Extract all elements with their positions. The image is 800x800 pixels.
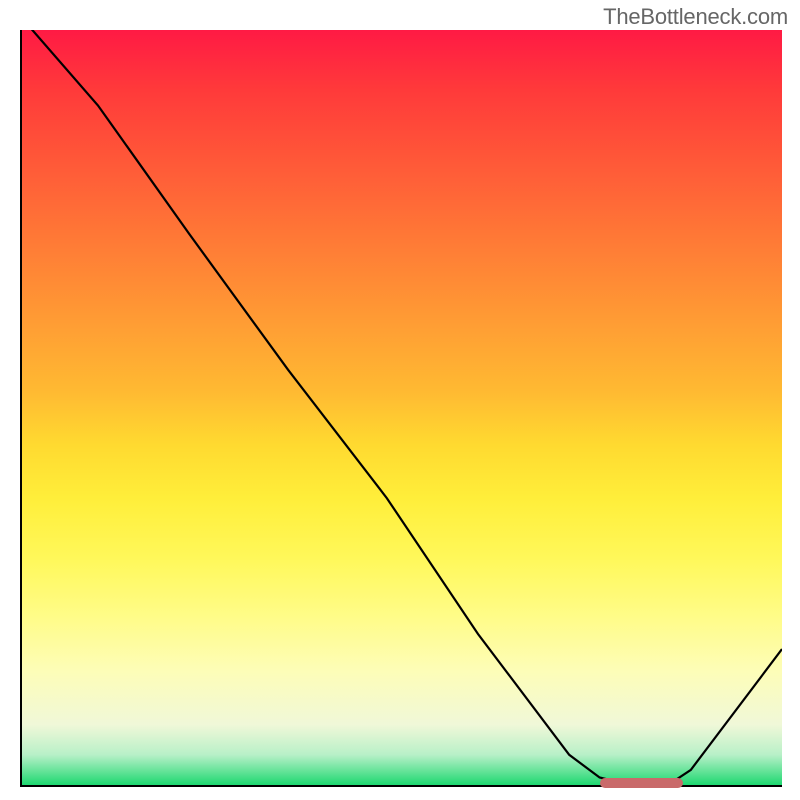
chart-container: TheBottleneck.com [0,0,800,800]
plot-area [20,30,782,787]
curve-path [26,30,782,785]
valley-marker [600,778,684,788]
curve-svg [22,30,782,785]
watermark-text: TheBottleneck.com [603,4,788,30]
